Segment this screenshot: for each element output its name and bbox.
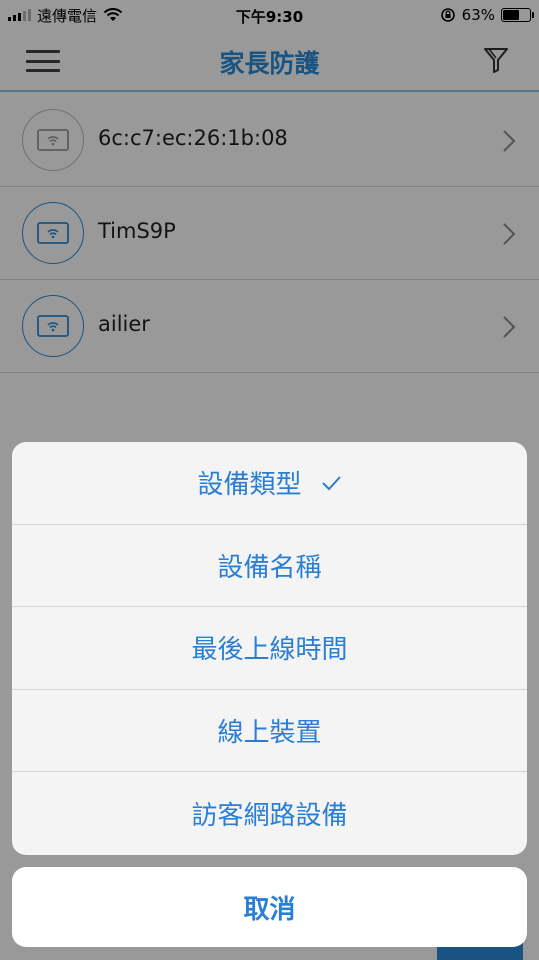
sort-option-device-name[interactable]: 設備名稱 — [12, 525, 527, 608]
checkmark-icon — [321, 476, 341, 491]
sort-option-label: 最後上線時間 — [191, 635, 348, 666]
cancel-button[interactable]: 取消 — [12, 867, 527, 947]
sort-option-label: 訪客網路設備 — [191, 801, 348, 832]
sort-option-label: 設備名稱 — [217, 552, 322, 583]
sort-option-label: 線上裝置 — [217, 718, 322, 749]
sort-option-online-devices[interactable]: 線上裝置 — [12, 690, 527, 773]
sort-option-device-type[interactable]: 設備類型 — [12, 442, 527, 525]
sort-option-last-online[interactable]: 最後上線時間 — [12, 607, 527, 690]
sort-option-guest-network[interactable]: 訪客網路設備 — [12, 772, 527, 855]
sort-action-sheet: 設備類型 設備名稱 最後上線時間 線上裝置 訪客網路設備 — [12, 442, 527, 855]
sort-option-label: 設備類型 — [197, 470, 302, 501]
